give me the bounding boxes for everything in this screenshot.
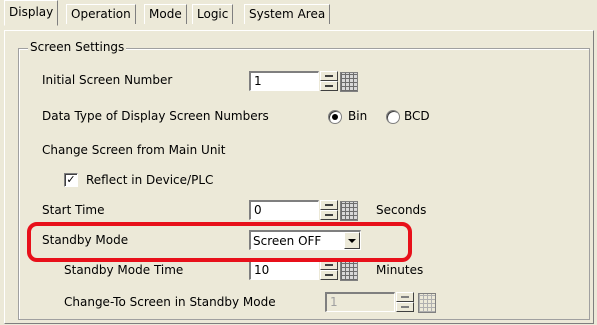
initial-screen-number-label: Initial Screen Number	[42, 73, 173, 87]
radio-bcd[interactable]	[386, 110, 400, 124]
start-time-input[interactable]: 0	[249, 200, 319, 220]
tab-display[interactable]: Display	[4, 0, 59, 26]
tab-logic[interactable]: Logic	[192, 4, 234, 24]
keypad-icon[interactable]	[340, 261, 358, 281]
initial-screen-number-input[interactable]: 1	[249, 71, 319, 91]
reflect-label: Reflect in Device/PLC	[86, 173, 214, 187]
keypad-icon[interactable]	[340, 201, 358, 221]
tab-mode-label: Mode	[149, 7, 182, 21]
spin-up-icon[interactable]	[320, 200, 338, 210]
group-title: Screen Settings	[28, 40, 127, 54]
tab-operation-label: Operation	[71, 7, 131, 21]
change-to-screen-label: Change-To Screen in Standby Mode	[64, 295, 276, 309]
tab-system-area[interactable]: System Area	[244, 4, 331, 24]
tab-display-label: Display	[9, 5, 54, 19]
initial-screen-number-spin[interactable]	[320, 71, 338, 91]
spin-down-icon[interactable]	[320, 210, 338, 220]
change-to-screen-input[interactable]: 1	[325, 292, 395, 312]
start-time-spin[interactable]	[320, 200, 338, 220]
keypad-icon[interactable]	[418, 293, 436, 313]
spin-up-icon[interactable]	[320, 71, 338, 81]
radio-bin-label: Bin	[348, 109, 368, 123]
radio-bin[interactable]	[328, 110, 342, 124]
tab-system-area-label: System Area	[249, 7, 326, 21]
standby-time-label: Standby Mode Time	[64, 263, 184, 277]
spin-up-icon[interactable]	[396, 292, 414, 302]
spin-down-icon[interactable]	[396, 302, 414, 312]
radio-bcd-label: BCD	[404, 109, 430, 123]
reflect-checkbox[interactable]: ✓	[64, 173, 78, 187]
spin-down-icon[interactable]	[320, 270, 338, 280]
tab-logic-label: Logic	[197, 7, 229, 21]
spin-down-icon[interactable]	[320, 81, 338, 91]
data-type-label: Data Type of Display Screen Numbers	[42, 109, 269, 123]
start-time-unit: Seconds	[376, 203, 427, 217]
standby-time-spin[interactable]	[320, 260, 338, 280]
tab-operation[interactable]: Operation	[66, 4, 136, 24]
tab-mode[interactable]: Mode	[144, 4, 187, 24]
change-to-screen-spin[interactable]	[396, 292, 414, 312]
standby-time-unit: Minutes	[376, 263, 424, 277]
keypad-icon[interactable]	[340, 72, 358, 92]
highlight-box	[27, 222, 412, 262]
start-time-label: Start Time	[42, 203, 105, 217]
settings-window: Display Operation Mode Logic System Area…	[0, 0, 597, 325]
standby-time-input[interactable]: 10	[249, 260, 319, 280]
change-screen-label: Change Screen from Main Unit	[42, 143, 226, 157]
